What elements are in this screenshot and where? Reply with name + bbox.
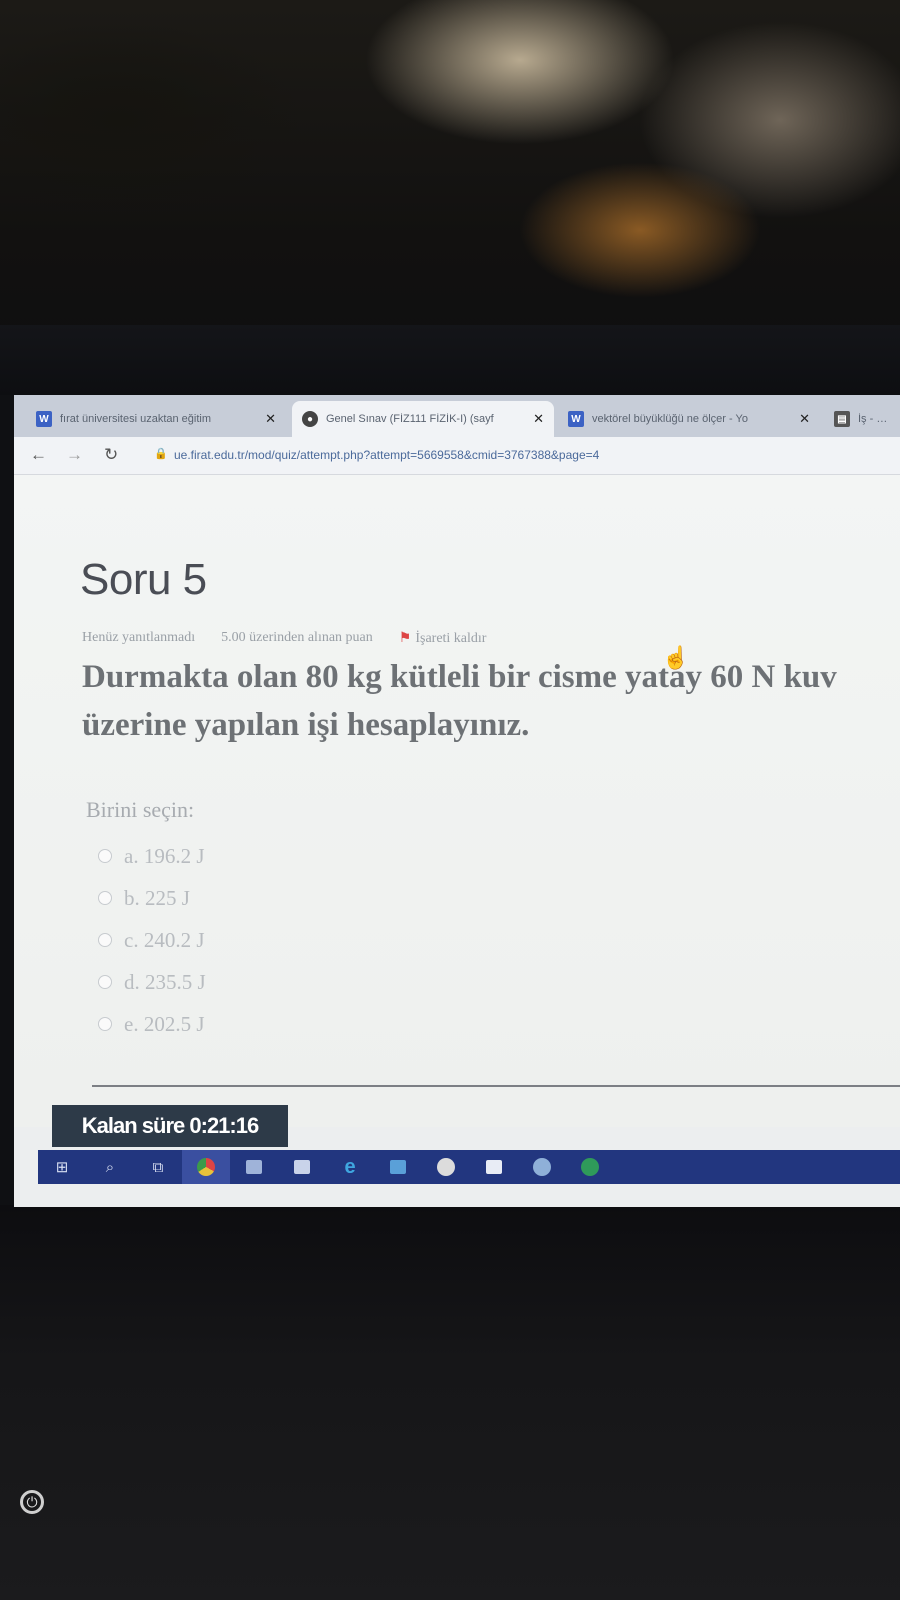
- answer-option-c[interactable]: c. 240.2 J: [98, 919, 206, 961]
- question-text: Durmakta olan 80 kg kütleli bir cisme ya…: [82, 653, 900, 749]
- close-icon[interactable]: ✕: [799, 411, 810, 427]
- quiz-page: Soru 5 Henüz yanıtlanmadı 5.00 üzerinden…: [14, 475, 900, 1147]
- monitor-bezel-left: [0, 395, 14, 1215]
- tab-genel-sinav[interactable]: ● Genel Sınav (FİZ111 FİZİK-I) (sayf ✕: [292, 401, 554, 437]
- tab-is[interactable]: ▤ İş - Gö: [824, 401, 900, 437]
- close-icon[interactable]: ✕: [533, 411, 544, 427]
- divider: [92, 1085, 900, 1087]
- flag-question-link[interactable]: ⚑ İşareti kaldır: [399, 630, 487, 647]
- chrome-icon[interactable]: [182, 1150, 230, 1184]
- tab-vektorel-buyukluk[interactable]: W vektörel büyüklüğü ne ölçer - Yo ✕: [558, 401, 820, 437]
- answer-label: c. 240.2 J: [124, 927, 205, 952]
- file-explorer-icon[interactable]: [230, 1150, 278, 1184]
- close-icon[interactable]: ✕: [265, 411, 276, 427]
- answer-option-e[interactable]: e. 202.5 J: [98, 1003, 206, 1045]
- back-arrow-icon[interactable]: ←: [30, 445, 47, 465]
- answer-label: d. 235.5 J: [124, 969, 206, 994]
- search-icon[interactable]: ⌕: [86, 1150, 134, 1184]
- word-icon: W: [568, 411, 584, 427]
- answer-label: a. 196.2 J: [124, 843, 205, 868]
- store-icon[interactable]: [278, 1150, 326, 1184]
- tab-title: vektörel büyüklüğü ne ölçer - Yo: [592, 413, 748, 425]
- radio-button[interactable]: [98, 975, 112, 989]
- question-text-line: üzerine yapılan işi hesaplayınız.: [82, 707, 530, 743]
- edge-icon[interactable]: e: [326, 1150, 374, 1184]
- radio-button[interactable]: [98, 1017, 112, 1031]
- tab-title: İş - Gö: [858, 413, 890, 425]
- monitor-bezel-top: [0, 325, 900, 395]
- answer-option-d[interactable]: d. 235.5 J: [98, 961, 206, 1003]
- moodle-circle-icon: ●: [302, 411, 318, 427]
- radio-button[interactable]: [98, 933, 112, 947]
- question-title: Soru 5: [80, 555, 207, 604]
- answer-label: e. 202.5 J: [124, 1011, 205, 1036]
- flag-label: İşareti kaldır: [415, 631, 487, 646]
- answer-options: a. 196.2 J b. 225 J c. 240.2 J d. 235.5 …: [98, 835, 206, 1045]
- answer-option-b[interactable]: b. 225 J: [98, 877, 206, 919]
- power-icon: ⏻: [20, 1490, 44, 1514]
- question-points: 5.00 üzerinden alınan puan: [221, 630, 373, 645]
- question-text-line: Durmakta olan 80 kg kütleli bir cisme ya…: [82, 659, 837, 695]
- task-view-icon[interactable]: ⧉: [134, 1150, 182, 1184]
- answer-option-a[interactable]: a. 196.2 J: [98, 835, 206, 877]
- moodle-icon: W: [36, 411, 52, 427]
- windows-start-icon[interactable]: ⊞: [38, 1150, 86, 1184]
- answer-label: b. 225 J: [124, 885, 190, 910]
- tab-firat-uzaktan-egitim[interactable]: W fırat üniversitesi uzaktan eğitim ✕: [26, 401, 286, 437]
- app-hexagon-icon[interactable]: [470, 1150, 518, 1184]
- tab-bar: W fırat üniversitesi uzaktan eğitim ✕ ● …: [14, 395, 900, 437]
- flag-icon: ⚑: [398, 631, 412, 646]
- radio-button[interactable]: [98, 849, 112, 863]
- reload-icon[interactable]: ↻: [104, 445, 118, 465]
- lock-icon: 🔒: [154, 448, 168, 460]
- mail-icon[interactable]: [374, 1150, 422, 1184]
- radio-button[interactable]: [98, 891, 112, 905]
- app-globe-icon[interactable]: [518, 1150, 566, 1184]
- forward-arrow-icon[interactable]: →: [66, 445, 83, 465]
- url-field[interactable]: ue.firat.edu.tr/mod/quiz/attempt.php?att…: [174, 448, 599, 462]
- remaining-time-badge: Kalan süre 0:21:16: [52, 1105, 288, 1147]
- windows-taskbar: ⊞ ⌕ ⧉ e: [38, 1150, 900, 1184]
- tab-title: Genel Sınav (FİZ111 FİZİK-I) (sayf: [326, 413, 494, 425]
- address-bar: ← → ↻ 🔒 ue.firat.edu.tr/mod/quiz/attempt…: [14, 437, 900, 475]
- question-status: Henüz yanıtlanmadı: [82, 630, 196, 645]
- question-info: Henüz yanıtlanmadı 5.00 üzerinden alınan…: [82, 630, 486, 647]
- app-green-icon[interactable]: [566, 1150, 614, 1184]
- photo-background-bottom: [0, 1205, 900, 1600]
- choose-label: Birini seçin:: [86, 797, 195, 822]
- tab-title: fırat üniversitesi uzaktan eğitim: [60, 413, 212, 425]
- app-circle-icon[interactable]: [422, 1150, 470, 1184]
- reader-icon: ▤: [834, 411, 850, 427]
- browser-screen: W fırat üniversitesi uzaktan eğitim ✕ ● …: [14, 395, 900, 1207]
